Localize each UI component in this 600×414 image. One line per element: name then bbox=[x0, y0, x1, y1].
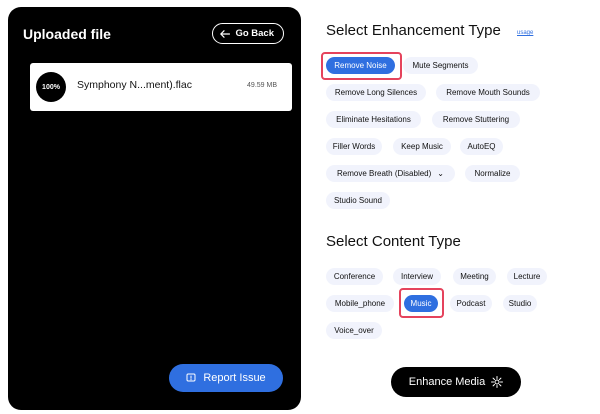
chip-conference[interactable]: Conference bbox=[326, 268, 383, 285]
report-issue-button[interactable]: Report Issue bbox=[169, 364, 283, 392]
chip-studio-sound[interactable]: Studio Sound bbox=[326, 192, 390, 209]
enhance-media-button[interactable]: Enhance Media bbox=[391, 367, 521, 397]
chip-remove-long-silences[interactable]: Remove Long Silences bbox=[326, 84, 426, 101]
chip-mute-segments[interactable]: Mute Segments bbox=[403, 57, 478, 74]
sparkle-icon bbox=[491, 376, 504, 388]
panel-title: Uploaded file bbox=[23, 26, 111, 42]
chip-autoeq[interactable]: AutoEQ bbox=[460, 138, 503, 155]
chip-remove-noise[interactable]: Remove Noise bbox=[326, 57, 395, 74]
chevron-down-icon: ⌄ bbox=[437, 169, 444, 178]
chip-remove-mouth-sounds[interactable]: Remove Mouth Sounds bbox=[436, 84, 540, 101]
chip-filler-words[interactable]: Filler Words bbox=[326, 138, 382, 155]
go-back-label: Go Back bbox=[235, 28, 274, 39]
file-card: 100% Symphony N...ment).flac 49.59 MB bbox=[30, 63, 292, 111]
chip-remove-stuttering[interactable]: Remove Stuttering bbox=[432, 111, 520, 128]
upload-progress-badge: 100% bbox=[36, 72, 66, 102]
report-issue-label: Report Issue bbox=[203, 372, 266, 384]
file-size: 49.59 MB bbox=[247, 82, 277, 89]
chip-eliminate-hesitations[interactable]: Eliminate Hesitations bbox=[326, 111, 421, 128]
content-section-title: Select Content Type bbox=[326, 233, 461, 250]
chip-podcast[interactable]: Podcast bbox=[450, 295, 492, 312]
chip-voice-over[interactable]: Voice_over bbox=[326, 322, 382, 339]
enhancement-section-title: Select Enhancement Type bbox=[326, 22, 501, 39]
chip-normalize[interactable]: Normalize bbox=[465, 165, 520, 182]
chip-lecture[interactable]: Lecture bbox=[507, 268, 547, 285]
uploaded-file-panel: Uploaded file Go Back 100% Symphony N...… bbox=[8, 7, 301, 410]
chip-keep-music[interactable]: Keep Music bbox=[393, 138, 451, 155]
chip-interview[interactable]: Interview bbox=[393, 268, 441, 285]
usage-link[interactable]: usage bbox=[517, 30, 533, 36]
chip-remove-breath-label: Remove Breath (Disabled) bbox=[337, 169, 432, 178]
chip-studio[interactable]: Studio bbox=[503, 295, 537, 312]
arrow-left-icon bbox=[220, 29, 231, 38]
chip-meeting[interactable]: Meeting bbox=[453, 268, 496, 285]
chip-remove-breath[interactable]: Remove Breath (Disabled) ⌄ bbox=[326, 165, 455, 182]
enhance-media-label: Enhance Media bbox=[408, 376, 486, 388]
go-back-button[interactable]: Go Back bbox=[212, 23, 284, 44]
chip-music[interactable]: Music bbox=[404, 295, 438, 312]
file-name: Symphony N...ment).flac bbox=[77, 79, 192, 91]
report-flag-icon bbox=[186, 373, 196, 382]
chip-mobile-phone[interactable]: Mobile_phone bbox=[326, 295, 394, 312]
